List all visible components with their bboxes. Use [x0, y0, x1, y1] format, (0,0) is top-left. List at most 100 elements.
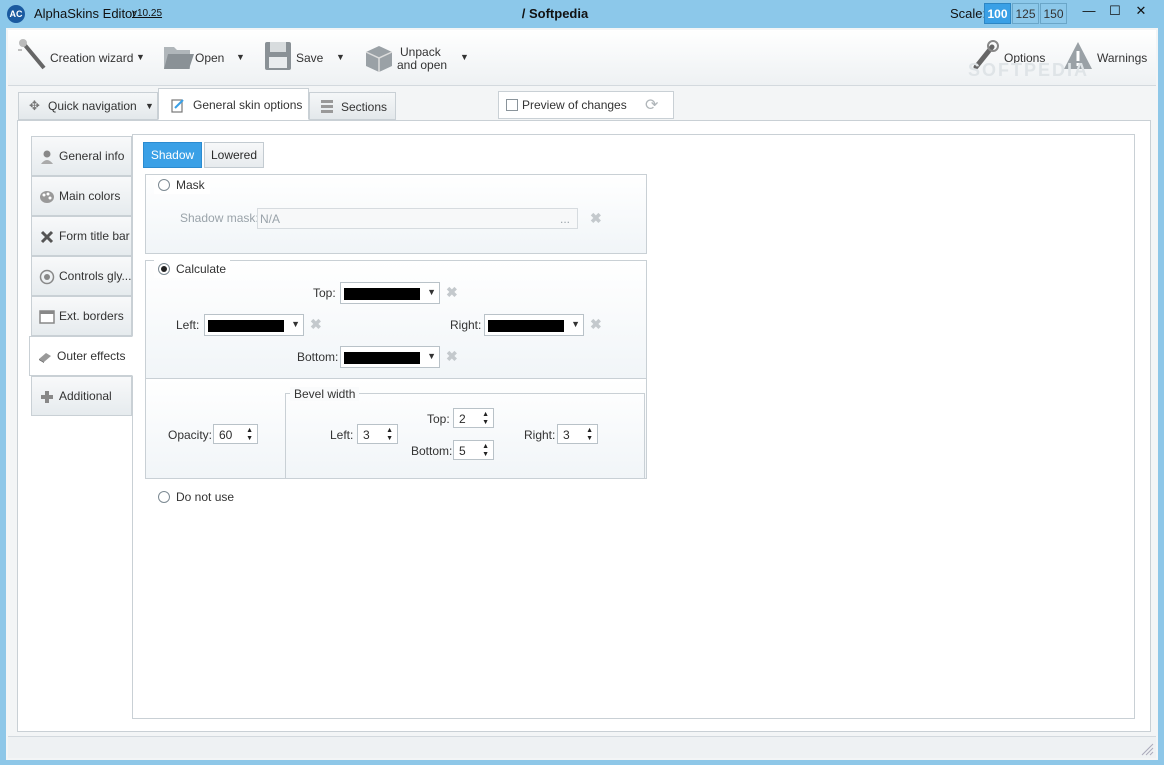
bevel-top-label: Top:: [427, 412, 450, 426]
left-color-swatch: [208, 320, 284, 332]
bevel-top-value: 2: [459, 412, 466, 426]
side-tab-additional[interactable]: Additional: [31, 376, 132, 416]
unpack-label-line1: Unpack: [400, 45, 441, 59]
side-tab-main-colors-label: Main colors: [59, 189, 121, 203]
side-tab-outer-effects[interactable]: Outer effects: [29, 336, 133, 376]
save-dropdown-icon[interactable]: ▼: [336, 52, 345, 62]
preview-of-changes-checkbox[interactable]: [506, 99, 518, 111]
mask-label: Mask: [176, 178, 205, 192]
side-tab-additional-label: Additional: [59, 389, 112, 403]
left-color-label: Left:: [176, 318, 200, 332]
spin-down-icon[interactable]: ▼: [482, 451, 489, 458]
bevel-right-stepper[interactable]: 3 ▲ ▼: [557, 424, 598, 444]
bevel-width-title: Bevel width: [290, 387, 360, 401]
calculate-radio-wrapper[interactable]: Calculate: [154, 260, 230, 278]
bevel-right-label: Right:: [524, 428, 556, 442]
top-color-combo[interactable]: ▼: [340, 282, 440, 304]
unpack-dropdown-icon[interactable]: ▼: [460, 52, 469, 62]
spin-up-icon[interactable]: ▲: [482, 443, 489, 450]
bevel-left-value: 3: [363, 428, 370, 442]
save-button[interactable]: Save: [260, 36, 330, 80]
scale-125-button[interactable]: 125: [1012, 3, 1039, 24]
left-color-clear-icon[interactable]: ✖: [310, 316, 322, 333]
tab-general-skin-options-label: General skin options: [193, 98, 303, 112]
chevron-down-icon: ▼: [571, 319, 580, 329]
minimize-button[interactable]: —: [1076, 0, 1102, 22]
bevel-left-stepper[interactable]: 3 ▲ ▼: [357, 424, 398, 444]
box-icon: [365, 46, 393, 72]
do-not-use-radio[interactable]: [158, 491, 170, 503]
right-color-combo[interactable]: ▼: [484, 314, 584, 336]
bottom-color-combo[interactable]: ▼: [340, 346, 440, 368]
move-arrows-icon: ✥: [29, 98, 40, 113]
tab-quick-navigation[interactable]: ✥ Quick navigation ▼: [18, 92, 158, 120]
palette-icon: [40, 191, 54, 203]
maximize-button[interactable]: ☐: [1102, 0, 1128, 22]
save-label: Save: [296, 51, 324, 65]
cross-icon: [40, 230, 54, 244]
window-title: / Softpedia: [521, 6, 589, 21]
spin-down-icon[interactable]: ▼: [386, 435, 393, 442]
creation-wizard-dropdown-icon[interactable]: ▼: [136, 52, 145, 62]
opacity-label: Opacity:: [168, 428, 213, 442]
spin-down-icon[interactable]: ▼: [482, 419, 489, 426]
bevel-bottom-stepper[interactable]: 5 ▲ ▼: [453, 440, 494, 460]
right-color-label: Right:: [450, 318, 482, 332]
do-not-use-radio-wrapper[interactable]: Do not use: [154, 488, 244, 506]
chevron-down-icon: ▼: [427, 351, 436, 361]
open-dropdown-icon[interactable]: ▼: [236, 52, 245, 62]
side-tab-main-colors[interactable]: Main colors: [31, 176, 132, 216]
chevron-down-icon: ▼: [291, 319, 300, 329]
creation-wizard-button[interactable]: Creation wizard: [14, 36, 154, 80]
scale-label: Scale:: [950, 6, 987, 21]
plus-icon: [41, 391, 53, 403]
preview-of-changes-box: Preview of changes ⟳: [498, 91, 674, 119]
warnings-label: Warnings: [1097, 51, 1148, 65]
shadow-mask-browse-button[interactable]: ...: [560, 212, 570, 226]
calculate-label: Calculate: [176, 262, 227, 276]
border-icon: [39, 310, 55, 324]
tab-sections[interactable]: Sections: [309, 92, 396, 120]
do-not-use-label: Do not use: [176, 490, 235, 504]
mask-radio[interactable]: [158, 179, 170, 191]
shadow-mask-input[interactable]: N/A ...: [257, 208, 578, 229]
tab-general-skin-options[interactable]: General skin options: [158, 88, 309, 120]
side-tab-form-title-bar[interactable]: Form title bar: [31, 216, 132, 256]
bevel-top-stepper[interactable]: 2 ▲ ▼: [453, 408, 494, 428]
spin-up-icon[interactable]: ▲: [482, 411, 489, 418]
subtab-lowered[interactable]: Lowered: [204, 142, 264, 168]
spin-up-icon[interactable]: ▲: [586, 427, 593, 434]
right-color-clear-icon[interactable]: ✖: [590, 316, 602, 333]
side-tab-general-info[interactable]: General info: [31, 136, 132, 176]
open-label: Open: [195, 51, 225, 65]
side-tab-form-title-bar-label: Form title bar: [59, 229, 130, 243]
bottom-color-clear-icon[interactable]: ✖: [446, 348, 458, 365]
side-tab-controls-glyphs-label: Controls gly...: [59, 269, 131, 283]
spin-up-icon[interactable]: ▲: [386, 427, 393, 434]
side-tab-ext-borders[interactable]: Ext. borders: [31, 296, 132, 336]
scale-100-button[interactable]: 100: [984, 3, 1011, 24]
shadow-mask-clear-icon[interactable]: ✖: [590, 210, 602, 227]
spin-up-icon[interactable]: ▲: [246, 427, 253, 434]
shadow-mask-value: N/A: [260, 212, 281, 226]
person-icon: [41, 150, 53, 164]
refresh-icon[interactable]: ⟳: [645, 95, 658, 115]
top-color-clear-icon[interactable]: ✖: [446, 284, 458, 301]
bevel-right-value: 3: [563, 428, 570, 442]
open-button[interactable]: Open: [160, 36, 230, 80]
subtab-shadow[interactable]: Shadow: [143, 142, 202, 168]
close-button[interactable]: ✕: [1128, 0, 1154, 22]
spin-down-icon[interactable]: ▼: [246, 435, 253, 442]
mask-radio-wrapper[interactable]: Mask: [154, 176, 210, 194]
side-tab-controls-glyphs[interactable]: Controls gly...: [31, 256, 132, 296]
left-color-combo[interactable]: ▼: [204, 314, 304, 336]
bottom-color-swatch: [344, 352, 420, 364]
spin-down-icon[interactable]: ▼: [586, 435, 593, 442]
unpack-and-open-button[interactable]: Unpack and open: [360, 36, 455, 80]
calculate-radio[interactable]: [158, 263, 170, 275]
shadow-mask-label: Shadow mask:: [180, 211, 259, 225]
resize-grip-icon[interactable]: [1140, 742, 1154, 756]
opacity-stepper[interactable]: 60 ▲ ▼: [213, 424, 258, 444]
scale-150-button[interactable]: 150: [1040, 3, 1067, 24]
unpack-label-line2: and open: [397, 58, 448, 72]
